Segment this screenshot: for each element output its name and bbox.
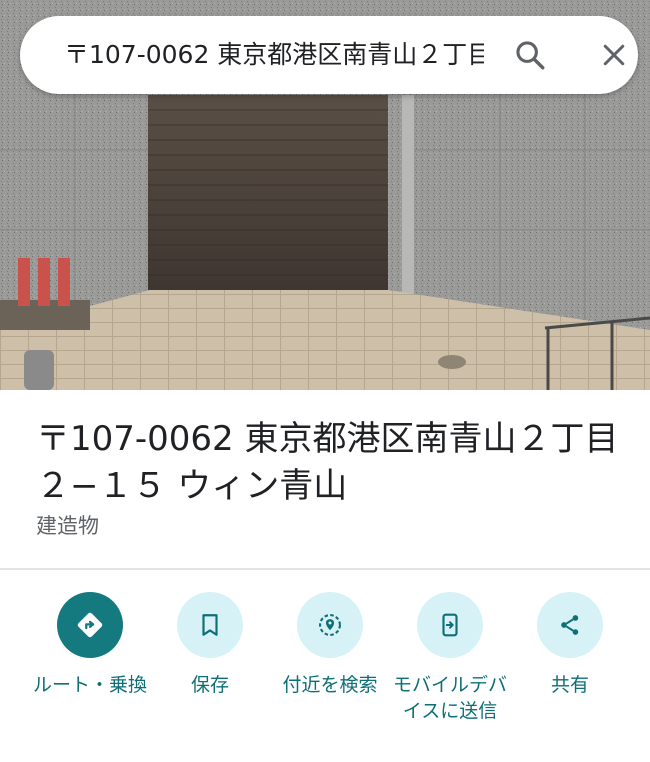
share-icon <box>537 592 603 658</box>
search-bar[interactable]: 〒107-0062 東京都港区南青山２丁目２−１５ ウィン青山 <box>20 16 638 94</box>
directions-label: ルート・乗換 <box>32 674 147 696</box>
nearby-search-icon <box>297 592 363 658</box>
action-bar: ルート・乗換 保存 付近を検索 モバイルデバイスに送信 共有 <box>0 592 650 762</box>
send-to-device-button[interactable]: モバイルデバイスに送信 <box>390 592 510 724</box>
search-icon[interactable] <box>506 31 554 79</box>
place-title: 〒107-0062 東京都港区南青山２丁目２−１５ ウィン青山 <box>36 419 619 506</box>
save-label: 保存 <box>190 674 229 696</box>
save-button[interactable]: 保存 <box>150 592 270 698</box>
place-category: 建造物 <box>36 514 99 538</box>
send-to-device-icon <box>417 592 483 658</box>
directions-icon <box>57 592 123 658</box>
send-to-device-label: モバイルデバイスに送信 <box>392 674 507 722</box>
share-label: 共有 <box>550 674 589 696</box>
share-button[interactable]: 共有 <box>510 592 630 698</box>
search-input[interactable]: 〒107-0062 東京都港区南青山２丁目２−１５ ウィン青山 <box>64 38 484 72</box>
bookmark-icon <box>177 592 243 658</box>
street-view-photo[interactable]: 〒107-0062 東京都港区南青山２丁目２−１５ ウィン青山 <box>0 0 650 390</box>
directions-button[interactable]: ルート・乗換 <box>30 592 150 698</box>
place-info: 〒107-0062 東京都港区南青山２丁目２−１５ ウィン青山 建造物 <box>0 390 650 570</box>
nearby-search-label: 付近を検索 <box>282 674 378 696</box>
divider <box>0 568 650 570</box>
nearby-search-button[interactable]: 付近を検索 <box>270 592 390 698</box>
close-icon[interactable] <box>590 31 638 79</box>
